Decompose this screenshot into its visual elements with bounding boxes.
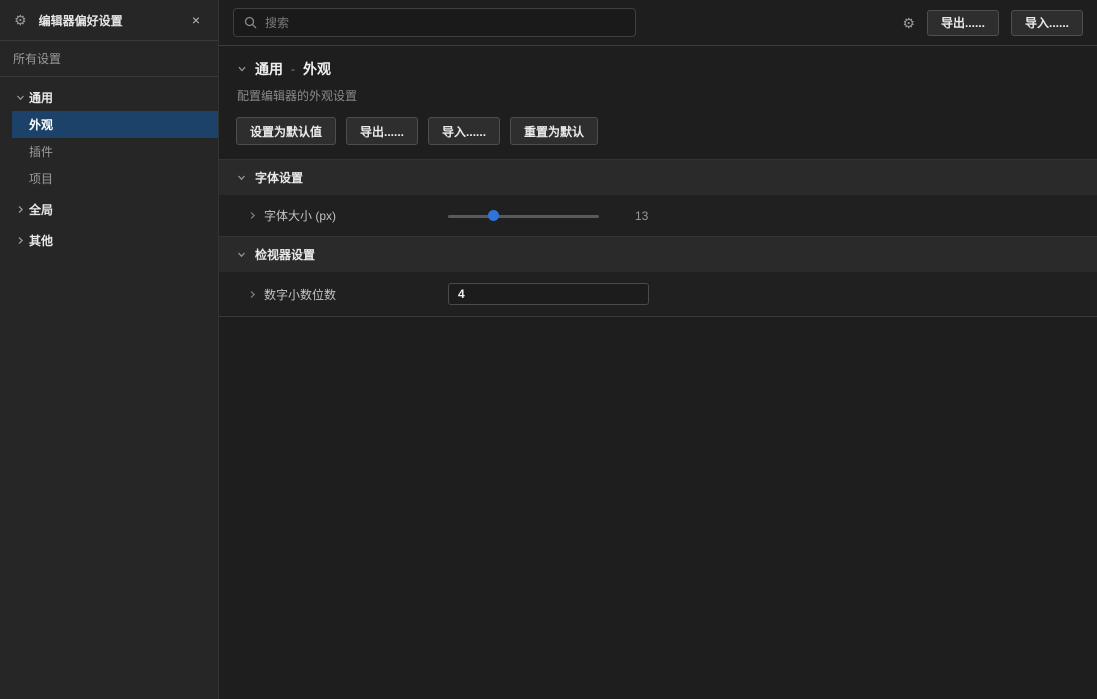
toolbar: ⚙ 导出...... 导入...... [219, 0, 1097, 46]
sidebar-group-other[interactable]: 其他 [0, 227, 218, 254]
search-input[interactable] [265, 16, 625, 30]
export-button[interactable]: 导出...... [927, 10, 999, 36]
font-size-slider[interactable] [448, 210, 599, 222]
sidebar-group-label: 通用 [29, 89, 53, 106]
chevron-down-icon [237, 173, 246, 182]
sidebar-group-label: 全局 [29, 201, 53, 218]
setting-label: 字体大小 (px) [264, 207, 336, 224]
breadcrumb-category: 通用 [255, 59, 283, 79]
page-description: 配置编辑器的外观设置 [237, 87, 1081, 104]
sidebar-group-global[interactable]: 全局 [0, 196, 218, 223]
sidebar-item-all-settings[interactable]: 所有设置 [0, 41, 218, 77]
chevron-right-icon[interactable] [248, 290, 257, 299]
setting-label: 数字小数位数 [264, 286, 336, 303]
setting-label-group: 数字小数位数 [219, 286, 448, 303]
import-settings-button[interactable]: 导入...... [428, 117, 500, 145]
export-settings-button[interactable]: 导出...... [346, 117, 418, 145]
chevron-down-icon [12, 93, 29, 102]
chevron-right-icon[interactable] [248, 211, 257, 220]
slider-thumb[interactable] [488, 210, 499, 221]
chevron-down-icon[interactable] [237, 64, 247, 74]
breadcrumb-separator: - [291, 62, 295, 76]
section-title: 检视器设置 [255, 246, 315, 263]
setting-label-group: 字体大小 (px) [219, 207, 448, 224]
reset-to-default-button[interactable]: 重置为默认 [510, 117, 598, 145]
sidebar-item-project[interactable]: 项目 [12, 165, 218, 192]
settings-gear-icon[interactable]: ⚙ [902, 16, 915, 30]
section-header-font-settings[interactable]: 字体设置 [219, 159, 1097, 195]
breadcrumb-page: 外观 [303, 59, 331, 79]
slider-track [448, 215, 599, 218]
all-settings-label: 所有设置 [13, 50, 61, 67]
font-size-value: 13 [635, 209, 648, 223]
set-as-default-button[interactable]: 设置为默认值 [236, 117, 336, 145]
gear-icon: ⚙ [14, 13, 27, 27]
sidebar-item-label: 插件 [29, 143, 53, 160]
sidebar-header: ⚙ 编辑器偏好设置 × [0, 0, 218, 41]
setting-row-decimal-places: 数字小数位数 [219, 272, 1097, 317]
search-box[interactable] [233, 8, 636, 37]
page-head: 通用 - 外观 配置编辑器的外观设置 [219, 46, 1097, 104]
search-icon [244, 16, 257, 29]
window-title: 编辑器偏好设置 [39, 12, 188, 29]
sidebar-item-appearance[interactable]: 外观 [12, 111, 218, 138]
sidebar: ⚙ 编辑器偏好设置 × 所有设置 通用 外观 插件 项目 [0, 0, 219, 699]
chevron-right-icon [12, 236, 29, 245]
toolbar-right: ⚙ 导出...... 导入...... [902, 10, 1083, 36]
section-header-inspector-settings[interactable]: 检视器设置 [219, 236, 1097, 272]
sidebar-item-label: 项目 [29, 170, 53, 187]
preferences-window: ⚙ 编辑器偏好设置 × 所有设置 通用 外观 插件 项目 [0, 0, 1097, 699]
chevron-down-icon [237, 250, 246, 259]
sidebar-group-general[interactable]: 通用 [0, 84, 218, 111]
settings-content: 通用 - 外观 配置编辑器的外观设置 设置为默认值 导出...... 导入...… [219, 46, 1097, 699]
import-button[interactable]: 导入...... [1011, 10, 1083, 36]
section-title: 字体设置 [255, 169, 303, 186]
sidebar-item-plugins[interactable]: 插件 [12, 138, 218, 165]
action-button-row: 设置为默认值 导出...... 导入...... 重置为默认 [236, 117, 1097, 145]
page-title: 通用 - 外观 [237, 59, 1081, 79]
close-icon[interactable]: × [188, 11, 204, 29]
decimal-places-input[interactable] [448, 283, 649, 305]
settings-tree: 通用 外观 插件 项目 全局 其他 [0, 77, 218, 254]
sidebar-group-label: 其他 [29, 232, 53, 249]
main-panel: ⚙ 导出...... 导入...... 通用 - 外观 配置编辑器的外观设置 设… [219, 0, 1097, 699]
sidebar-item-label: 外观 [29, 116, 53, 133]
setting-row-font-size: 字体大小 (px) 13 [219, 195, 1097, 236]
chevron-right-icon [12, 205, 29, 214]
